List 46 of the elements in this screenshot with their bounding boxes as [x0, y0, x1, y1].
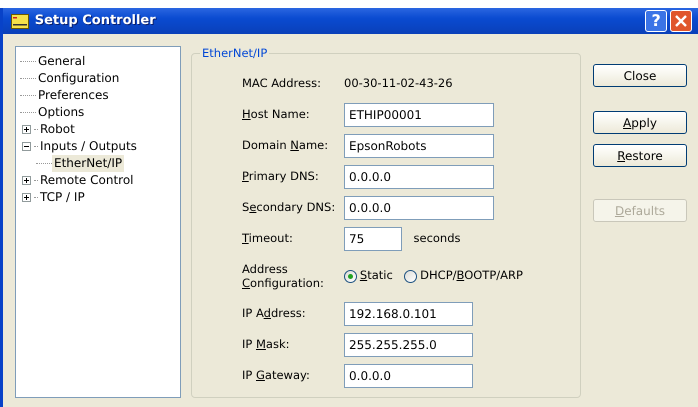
group-title: EtherNet/IP: [200, 46, 270, 60]
collapse-icon[interactable]: [22, 142, 31, 151]
controller-icon: [11, 14, 29, 28]
close-button[interactable]: [670, 10, 692, 32]
field-label: Secondary DNS:: [242, 198, 336, 216]
field-label: IP Mask:: [242, 336, 290, 353]
field-label: MAC Address:: [242, 74, 322, 92]
input-field[interactable]: 255.255.255.0: [344, 332, 473, 356]
expand-icon[interactable]: [22, 176, 31, 185]
radio-label[interactable]: DHCP/BOOTP/ARP: [420, 267, 523, 285]
tree-item[interactable]: Options: [36, 104, 86, 121]
expand-icon[interactable]: [22, 193, 31, 202]
dialog-button[interactable]: Close: [593, 64, 687, 87]
field-label: Domain Name:: [242, 136, 330, 154]
tree-item[interactable]: General: [36, 53, 88, 70]
radio-button[interactable]: [404, 270, 418, 282]
input-field[interactable]: 192.168.0.101: [344, 302, 473, 326]
tree-item[interactable]: EtherNet/IP: [52, 155, 124, 172]
tree-item[interactable]: Robot: [38, 121, 77, 138]
field-label: Timeout:: [242, 230, 294, 247]
field-label: IP Address:: [242, 304, 307, 322]
help-button[interactable]: ?: [645, 10, 668, 32]
input-field[interactable]: 0.0.0.0: [344, 364, 473, 388]
dialog-button[interactable]: Apply: [593, 111, 687, 134]
input-field[interactable]: ETHIP00001: [344, 102, 494, 126]
field-label: IP Gateway:: [242, 366, 311, 384]
input-field[interactable]: 0.0.0.0: [344, 164, 494, 188]
tree-item[interactable]: Preferences: [36, 87, 111, 104]
window-title: Setup Controller: [34, 12, 156, 30]
tree-item[interactable]: Configuration: [36, 70, 122, 87]
radio-label[interactable]: Static: [360, 267, 393, 285]
input-field[interactable]: 75: [344, 226, 402, 250]
tree-item[interactable]: TCP / IP: [38, 189, 87, 206]
dialog-button[interactable]: Restore: [593, 144, 687, 167]
field-label: Address Configuration:: [242, 262, 325, 290]
input-field[interactable]: 0.0.0.0: [344, 196, 494, 220]
radio-button[interactable]: [344, 270, 357, 282]
tree-item[interactable]: Remote Control: [38, 172, 136, 189]
input-field[interactable]: EpsonRobots: [344, 134, 494, 158]
field-label: Primary DNS:: [242, 168, 320, 185]
field-label: Host Name:: [242, 106, 311, 123]
unit-label: seconds: [414, 230, 461, 247]
close-icon: [675, 15, 687, 27]
expand-icon[interactable]: [22, 125, 31, 134]
mac-address-value: 00-30-11-02-43-26: [344, 74, 454, 92]
tree-item[interactable]: Inputs / Outputs: [38, 138, 139, 155]
